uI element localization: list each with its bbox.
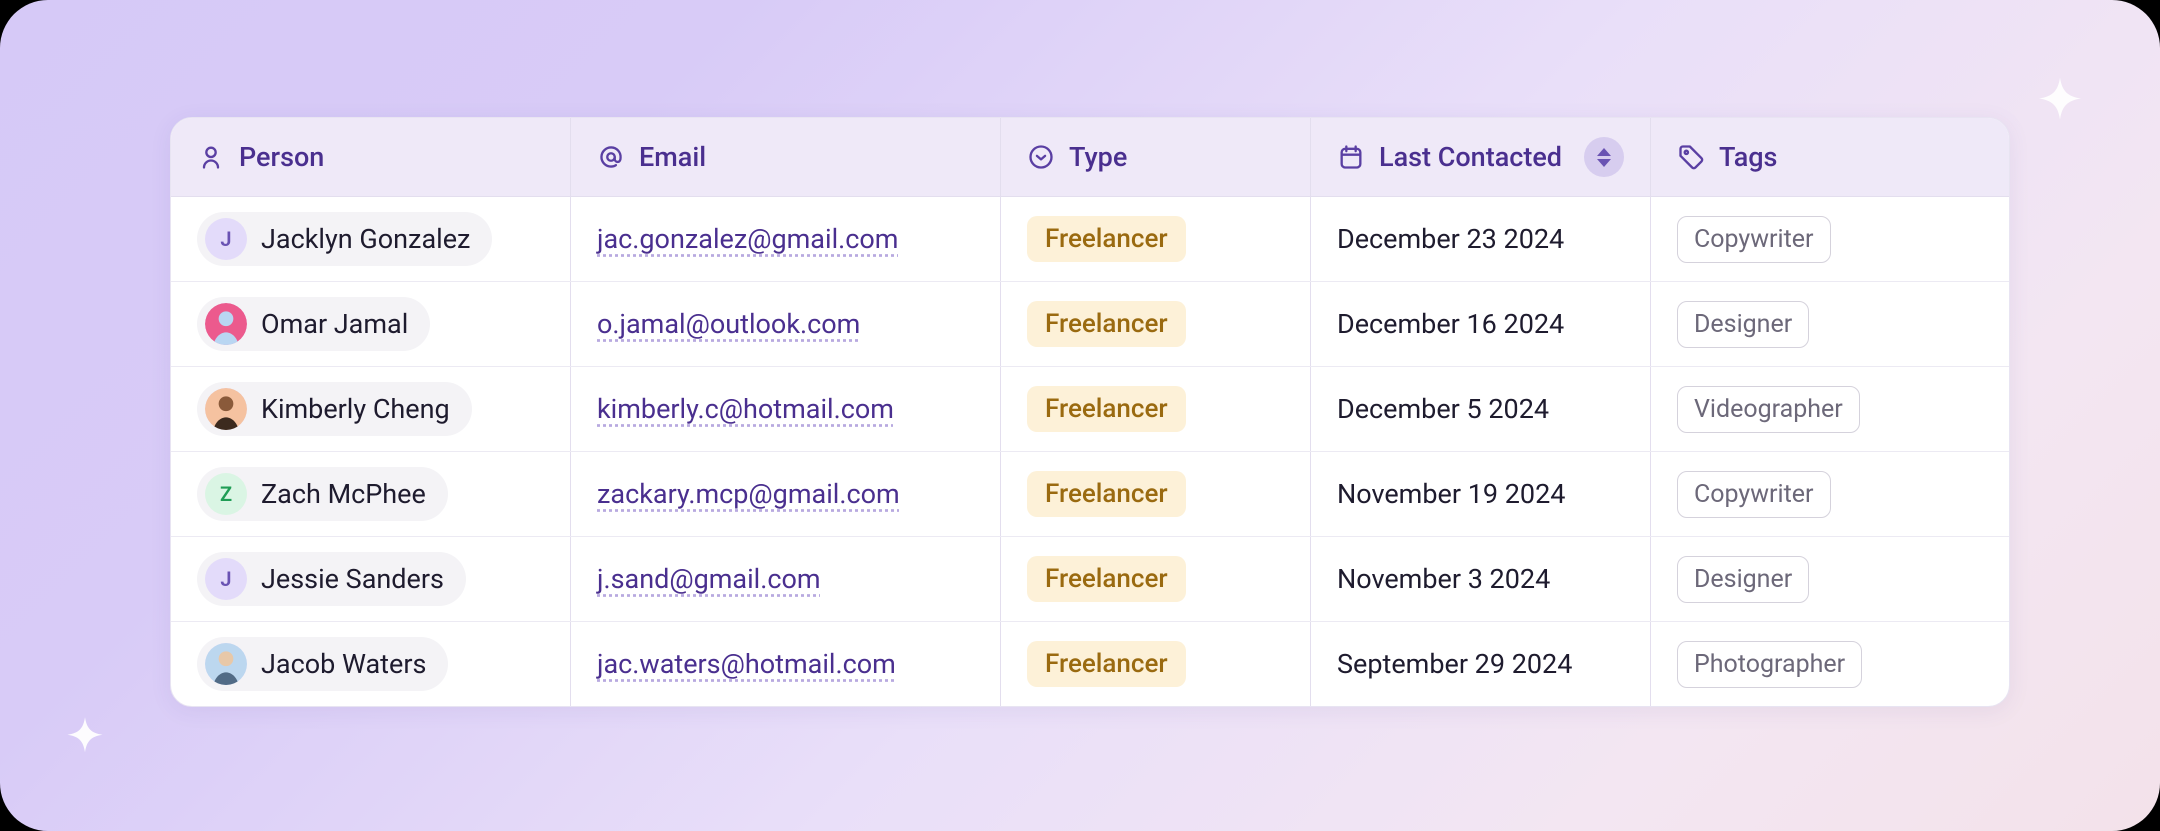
email-link[interactable]: kimberly.c@hotmail.com (597, 393, 894, 425)
last-contacted-date: December 5 2024 (1337, 393, 1549, 425)
last-contacted-date: December 16 2024 (1337, 308, 1564, 340)
cell-last-contacted: December 16 2024 (1311, 282, 1651, 366)
app-card: Person Email Type Last Contacted (0, 0, 2160, 831)
tag-chip[interactable]: Copywriter (1677, 471, 1831, 518)
col-header-label: Person (239, 141, 324, 173)
table-row[interactable]: Kimberly Cheng kimberly.c@hotmail.com Free… (171, 366, 2009, 451)
person-name: Jacob Waters (261, 648, 426, 680)
person-chip[interactable]: J Jacklyn Gonzalez (197, 212, 492, 266)
cell-last-contacted: November 3 2024 (1311, 537, 1651, 621)
avatar: J (205, 558, 247, 600)
avatar (205, 303, 247, 345)
email-link[interactable]: jac.gonzalez@gmail.com (597, 223, 898, 255)
last-contacted-date: September 29 2024 (1337, 648, 1572, 680)
cell-person: Jacob Waters (171, 622, 571, 706)
avatar: J (205, 218, 247, 260)
calendar-icon (1337, 143, 1365, 171)
person-name: Jacklyn Gonzalez (261, 223, 470, 255)
table-row[interactable]: Omar Jamal o.jamal@outlook.com Freelancer D… (171, 281, 2009, 366)
last-contacted-date: December 23 2024 (1337, 223, 1564, 255)
person-name: Zach McPhee (261, 478, 426, 510)
cell-last-contacted: September 29 2024 (1311, 622, 1651, 706)
person-chip[interactable]: Z Zach McPhee (197, 467, 448, 521)
col-header-label: Email (639, 141, 706, 173)
cell-email: zackary.mcp@gmail.com (571, 452, 1001, 536)
cell-email: kimberly.c@hotmail.com (571, 367, 1001, 451)
cell-person: Z Zach McPhee (171, 452, 571, 536)
person-name: Kimberly Cheng (261, 393, 450, 425)
at-icon (597, 143, 625, 171)
cell-type: Freelancer (1001, 452, 1311, 536)
cell-person: Omar Jamal (171, 282, 571, 366)
table-row[interactable]: J Jacklyn Gonzalez jac.gonzalez@gmail.com F… (171, 196, 2009, 281)
tag-icon (1677, 143, 1705, 171)
col-header-email[interactable]: Email (571, 118, 1001, 196)
tag-chip[interactable]: Photographer (1677, 641, 1862, 688)
type-badge: Freelancer (1027, 471, 1186, 517)
last-contacted-date: November 3 2024 (1337, 563, 1550, 595)
email-link[interactable]: jac.waters@hotmail.com (597, 648, 896, 680)
cell-last-contacted: December 5 2024 (1311, 367, 1651, 451)
cell-tags: Copywriter (1651, 197, 2009, 281)
tag-chip[interactable]: Videographer (1677, 386, 1860, 433)
cell-email: o.jamal@outlook.com (571, 282, 1001, 366)
tag-chip[interactable]: Designer (1677, 301, 1809, 348)
col-header-label: Type (1069, 141, 1127, 173)
cell-person: J Jacklyn Gonzalez (171, 197, 571, 281)
email-link[interactable]: zackary.mcp@gmail.com (597, 478, 900, 510)
person-name: Omar Jamal (261, 308, 408, 340)
person-chip[interactable]: Jacob Waters (197, 637, 448, 691)
person-chip[interactable]: J Jessie Sanders (197, 552, 466, 606)
cell-person: J Jessie Sanders (171, 537, 571, 621)
cell-type: Freelancer (1001, 197, 1311, 281)
col-header-last-contacted[interactable]: Last Contacted (1311, 118, 1651, 196)
cell-type: Freelancer (1001, 622, 1311, 706)
cell-email: jac.gonzalez@gmail.com (571, 197, 1001, 281)
type-badge: Freelancer (1027, 641, 1186, 687)
tag-chip[interactable]: Designer (1677, 556, 1809, 603)
cell-tags: Designer (1651, 282, 2009, 366)
cell-tags: Copywriter (1651, 452, 2009, 536)
table-row[interactable]: J Jessie Sanders j.sand@gmail.com Freelance… (171, 536, 2009, 621)
avatar (205, 388, 247, 430)
table-row[interactable]: Z Zach McPhee zackary.mcp@gmail.com Freelan… (171, 451, 2009, 536)
table-header-row: Person Email Type Last Contacted (171, 118, 2009, 196)
chevron-circle-icon (1027, 143, 1055, 171)
cell-tags: Designer (1651, 537, 2009, 621)
cell-type: Freelancer (1001, 282, 1311, 366)
table-row[interactable]: Jacob Waters jac.waters@hotmail.com Freela… (171, 621, 2009, 706)
last-contacted-date: November 19 2024 (1337, 478, 1565, 510)
type-badge: Freelancer (1027, 386, 1186, 432)
type-badge: Freelancer (1027, 301, 1186, 347)
person-chip[interactable]: Omar Jamal (197, 297, 430, 351)
person-icon (197, 143, 225, 171)
cell-last-contacted: November 19 2024 (1311, 452, 1651, 536)
email-link[interactable]: j.sand@gmail.com (597, 563, 821, 595)
sparkle-icon (60, 711, 110, 761)
col-header-person[interactable]: Person (171, 118, 571, 196)
cell-last-contacted: December 23 2024 (1311, 197, 1651, 281)
cell-tags: Photographer (1651, 622, 2009, 706)
cell-person: Kimberly Cheng (171, 367, 571, 451)
person-chip[interactable]: Kimberly Cheng (197, 382, 472, 436)
cell-tags: Videographer (1651, 367, 2009, 451)
col-header-label: Last Contacted (1379, 141, 1562, 173)
cell-email: jac.waters@hotmail.com (571, 622, 1001, 706)
contacts-table: Person Email Type Last Contacted (170, 117, 2010, 707)
type-badge: Freelancer (1027, 556, 1186, 602)
person-name: Jessie Sanders (261, 563, 444, 595)
avatar (205, 643, 247, 685)
col-header-tags[interactable]: Tags (1651, 118, 2009, 196)
cell-email: j.sand@gmail.com (571, 537, 1001, 621)
col-header-type[interactable]: Type (1001, 118, 1311, 196)
email-link[interactable]: o.jamal@outlook.com (597, 308, 860, 340)
sort-button[interactable] (1584, 137, 1624, 177)
cell-type: Freelancer (1001, 367, 1311, 451)
col-header-label: Tags (1719, 141, 1777, 173)
tag-chip[interactable]: Copywriter (1677, 216, 1831, 263)
avatar: Z (205, 473, 247, 515)
sparkle-icon (2030, 70, 2090, 130)
cell-type: Freelancer (1001, 537, 1311, 621)
type-badge: Freelancer (1027, 216, 1186, 262)
